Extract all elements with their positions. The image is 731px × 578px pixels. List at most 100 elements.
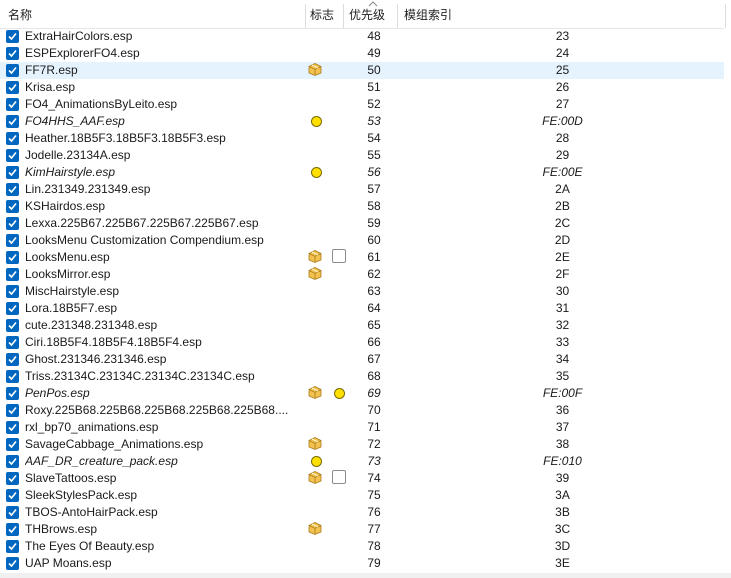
enable-checkbox[interactable] — [6, 251, 19, 264]
plugin-priority: 58 — [367, 199, 381, 213]
plugin-row[interactable]: FO4HHS_AAF.esp 53 FE:00D — [0, 113, 731, 130]
enable-checkbox[interactable] — [6, 81, 19, 94]
plugin-name: UAP Moans.esp — [25, 556, 112, 570]
plugin-row[interactable]: KSHairdos.esp 58 2B — [0, 198, 731, 215]
enable-checkbox[interactable] — [6, 183, 19, 196]
plugin-row[interactable]: Ciri.18B5F4.18B5F4.18B5F4.esp 66 33 — [0, 334, 731, 351]
plugin-name: ESPExplorerFO4.esp — [25, 46, 140, 60]
enable-checkbox[interactable] — [6, 30, 19, 43]
plugin-row[interactable]: LooksMirror.esp 62 2F — [0, 266, 731, 283]
enable-checkbox[interactable] — [6, 217, 19, 230]
plugin-name: ExtraHairColors.esp — [25, 29, 133, 43]
enable-checkbox[interactable] — [6, 489, 19, 502]
plugin-priority: 54 — [367, 131, 381, 145]
column-divider[interactable] — [397, 4, 398, 28]
plugin-row[interactable]: ExtraHairColors.esp 48 23 — [0, 28, 731, 45]
plugin-row[interactable]: Lora.18B5F7.esp 64 31 — [0, 300, 731, 317]
plugin-row[interactable]: rxl_bp70_animations.esp 71 37 — [0, 419, 731, 436]
enable-checkbox[interactable] — [6, 132, 19, 145]
plugin-row[interactable]: AAF_DR_creature_pack.esp 73 FE:010 — [0, 453, 731, 470]
plugin-row[interactable]: LooksMenu.esp 61 2E — [0, 249, 731, 266]
enable-checkbox[interactable] — [6, 421, 19, 434]
enable-checkbox[interactable] — [6, 285, 19, 298]
plugin-name: cute.231348.231348.esp — [25, 318, 158, 332]
enable-checkbox[interactable] — [6, 47, 19, 60]
plugin-name: FO4_AnimationsByLeito.esp — [25, 97, 178, 111]
column-divider[interactable] — [305, 4, 306, 28]
enable-checkbox[interactable] — [6, 472, 19, 485]
enable-checkbox[interactable] — [6, 506, 19, 519]
column-divider[interactable] — [725, 4, 726, 28]
plugin-row[interactable]: Lexxa.225B67.225B67.225B67.225B67.esp 59 2… — [0, 215, 731, 232]
plugin-name: Ghost.231346.231346.esp — [25, 352, 167, 366]
plugin-row[interactable]: Heather.18B5F3.18B5F3.18B5F3.esp 54 28 — [0, 130, 731, 147]
enable-checkbox[interactable] — [6, 370, 19, 383]
column-divider[interactable] — [343, 4, 344, 28]
light-plugin-dot-icon — [311, 456, 322, 467]
plugin-index: 2F — [555, 267, 570, 281]
plugin-row[interactable]: Roxy.225B68.225B68.225B68.225B68.225B68.… — [0, 402, 731, 419]
enable-checkbox[interactable] — [6, 64, 19, 77]
plugin-index: 34 — [555, 352, 570, 366]
column-header-name[interactable]: 名称 — [8, 0, 32, 28]
vertical-scrollbar[interactable] — [724, 28, 731, 573]
plugin-index: 24 — [555, 46, 570, 60]
plugin-priority: 73 — [367, 454, 381, 468]
enable-checkbox[interactable] — [6, 166, 19, 179]
plugin-name: rxl_bp70_animations.esp — [25, 420, 159, 434]
enable-checkbox[interactable] — [6, 268, 19, 281]
enable-checkbox[interactable] — [6, 387, 19, 400]
column-header-flags[interactable]: 标志 — [310, 0, 334, 28]
plugin-name: KimHairstyle.esp — [25, 165, 116, 179]
plugin-row[interactable]: Triss.23134C.23134C.23134C.23134C.esp 68 3… — [0, 368, 731, 385]
package-icon — [308, 471, 322, 484]
plugin-row[interactable]: Krisa.esp 51 26 — [0, 79, 731, 96]
enable-checkbox[interactable] — [6, 98, 19, 111]
plugin-priority: 56 — [367, 165, 381, 179]
enable-checkbox[interactable] — [6, 353, 19, 366]
enable-checkbox[interactable] — [6, 540, 19, 553]
plugin-row[interactable]: PenPos.esp 69 FE:00F — [0, 385, 731, 402]
enable-checkbox[interactable] — [6, 438, 19, 451]
plugin-row[interactable]: FO4_AnimationsByLeito.esp 52 27 — [0, 96, 731, 113]
plugin-name: LooksMenu Customization Compendium.esp — [25, 233, 264, 247]
plugin-row[interactable]: cute.231348.231348.esp 65 32 — [0, 317, 731, 334]
plugin-row[interactable]: SleekStylesPack.esp 75 3A — [0, 487, 731, 504]
enable-checkbox[interactable] — [6, 557, 19, 570]
enable-checkbox[interactable] — [6, 319, 19, 332]
plugin-row[interactable]: UAP Moans.esp 79 3E — [0, 555, 731, 572]
plugin-row[interactable]: THBrows.esp 77 3C — [0, 521, 731, 538]
plugin-row[interactable]: Lin.231349.231349.esp 57 2A — [0, 181, 731, 198]
enable-checkbox[interactable] — [6, 302, 19, 315]
plugin-name: FO4HHS_AAF.esp — [25, 114, 125, 128]
enable-checkbox[interactable] — [6, 523, 19, 536]
plugin-row[interactable]: SavageCabbage_Animations.esp 72 38 — [0, 436, 731, 453]
plugin-row[interactable]: The Eyes Of Beauty.esp 78 3D — [0, 538, 731, 555]
plugin-row[interactable]: Ghost.231346.231346.esp 67 34 — [0, 351, 731, 368]
enable-checkbox[interactable] — [6, 115, 19, 128]
plugin-priority: 62 — [367, 267, 381, 281]
package-icon — [308, 522, 322, 535]
plugin-row[interactable]: ESPExplorerFO4.esp 49 24 — [0, 45, 731, 62]
plugin-index: 36 — [555, 403, 570, 417]
column-header-index[interactable]: 模组索引 — [404, 0, 452, 28]
plugin-priority: 67 — [367, 352, 381, 366]
enable-checkbox[interactable] — [6, 149, 19, 162]
plugin-index: 28 — [555, 131, 570, 145]
plugin-row[interactable]: TBOS-AntoHairPack.esp 76 3B — [0, 504, 731, 521]
plugin-row[interactable]: MiscHairstyle.esp 63 30 — [0, 283, 731, 300]
column-header-priority[interactable]: 优先级 — [349, 0, 385, 28]
plugin-row[interactable]: LooksMenu Customization Compendium.esp 60… — [0, 232, 731, 249]
package-icon — [308, 250, 322, 263]
column-header: 名称 标志 优先级 模组索引 — [0, 0, 731, 29]
plugin-row[interactable]: Jodelle.23134A.esp 55 29 — [0, 147, 731, 164]
enable-checkbox[interactable] — [6, 200, 19, 213]
plugin-row[interactable]: SlaveTattoos.esp 74 39 — [0, 470, 731, 487]
enable-checkbox[interactable] — [6, 336, 19, 349]
enable-checkbox[interactable] — [6, 455, 19, 468]
plugin-index: 2D — [554, 233, 571, 247]
enable-checkbox[interactable] — [6, 234, 19, 247]
plugin-row[interactable]: FF7R.esp 50 25 — [0, 62, 731, 79]
plugin-row[interactable]: KimHairstyle.esp 56 FE:00E — [0, 164, 731, 181]
enable-checkbox[interactable] — [6, 404, 19, 417]
